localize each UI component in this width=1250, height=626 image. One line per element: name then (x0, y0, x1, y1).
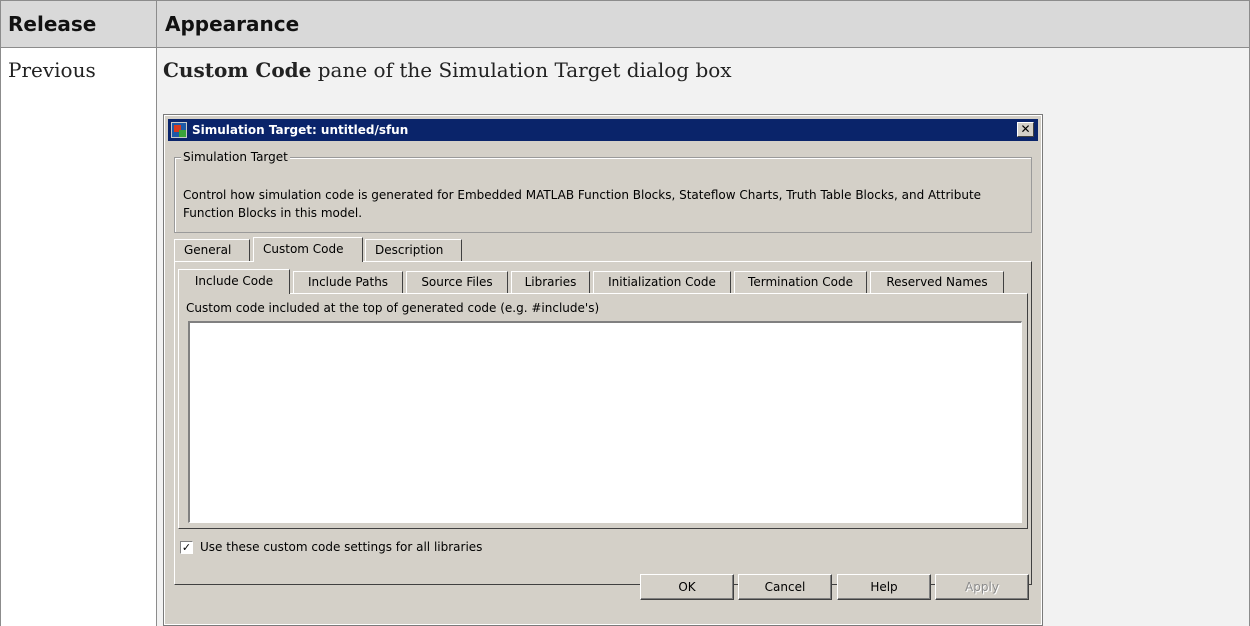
table-left-border (0, 0, 1, 626)
custom-code-textarea[interactable] (188, 321, 1022, 523)
custom-code-label: Custom code included at the top of gener… (186, 301, 600, 315)
release-cell-bg (0, 48, 156, 626)
subtab-termination-code[interactable]: Termination Code (734, 271, 867, 293)
table-header-row: Release Appearance (0, 0, 1250, 48)
simulation-target-dialog: Simulation Target: untitled/sfun ✕ Simul… (163, 114, 1043, 626)
subtab-libraries[interactable]: Libraries (511, 271, 590, 293)
close-icon: ✕ (1020, 122, 1031, 136)
close-button[interactable]: ✕ (1017, 122, 1034, 137)
tab-description[interactable]: Description (365, 239, 462, 261)
subtab-source-files[interactable]: Source Files (406, 271, 508, 293)
subtab-reserved-names[interactable]: Reserved Names (870, 271, 1004, 293)
help-button[interactable]: Help (837, 574, 931, 600)
caption-bold: Custom Code (163, 58, 312, 82)
check-mark-icon: ✓ (181, 541, 192, 554)
all-libraries-checkbox[interactable]: ✓ (180, 541, 193, 554)
subtab-include-paths[interactable]: Include Paths (293, 271, 403, 293)
header-release: Release (8, 12, 97, 36)
appearance-caption: Custom Code pane of the Simulation Targe… (163, 58, 732, 82)
apply-button[interactable]: Apply (935, 574, 1029, 600)
dialog-titlebar[interactable]: Simulation Target: untitled/sfun ✕ (168, 119, 1038, 141)
header-appearance: Appearance (156, 1, 1250, 47)
subtab-initialization-code[interactable]: Initialization Code (593, 271, 731, 293)
release-value: Previous (8, 58, 96, 82)
dialog-title: Simulation Target: untitled/sfun (192, 123, 409, 137)
ok-button[interactable]: OK (640, 574, 734, 600)
subtab-include-code[interactable]: Include Code (178, 269, 290, 294)
group-description: Control how simulation code is generated… (183, 188, 982, 220)
all-libraries-label: Use these custom code settings for all l… (200, 540, 483, 554)
simulation-target-group: Simulation Target Control how simulation… (174, 150, 1032, 233)
simulink-app-icon (171, 122, 187, 138)
caption-rest: pane of the Simulation Target dialog box (311, 58, 732, 82)
group-label: Simulation Target (181, 150, 290, 164)
cancel-button[interactable]: Cancel (738, 574, 832, 600)
tab-general[interactable]: General (174, 239, 250, 261)
column-divider (156, 48, 157, 626)
tab-custom-code[interactable]: Custom Code (253, 237, 363, 262)
